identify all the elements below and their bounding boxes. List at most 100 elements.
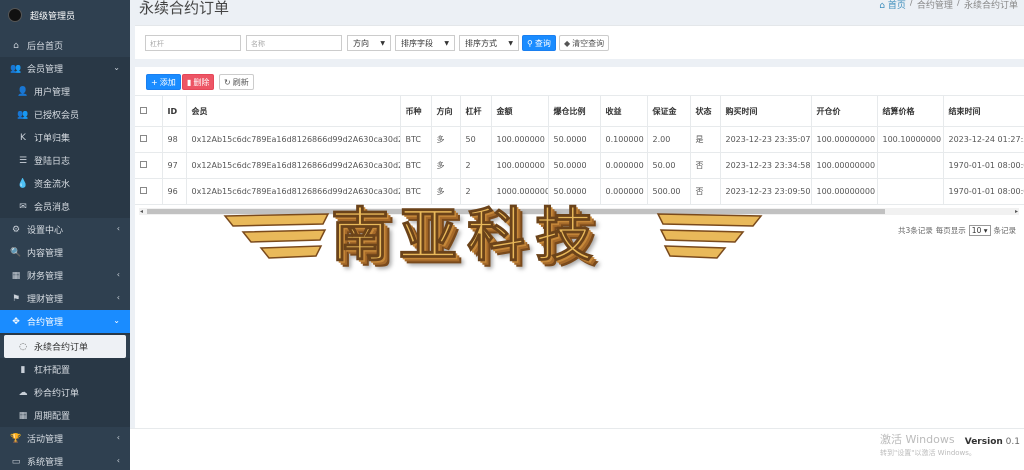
chevron-left-icon: ‹ <box>116 433 120 442</box>
sidebar-item-member-mgmt[interactable]: 👥 会员管理 ⌄ <box>0 57 130 80</box>
table-cell: 96 <box>162 178 187 205</box>
sidebar-item-period-config[interactable]: ▦ 周期配置 <box>0 404 130 427</box>
row-checkbox[interactable] <box>140 135 147 142</box>
column-header[interactable]: ID <box>162 95 187 127</box>
table-cell: 2023-12-24 01:27:3 <box>943 126 1024 153</box>
sidebar-item-activity-mgmt[interactable]: 🏆 活动管理 ‹ <box>0 427 130 450</box>
sidebar-item-authorized-members[interactable]: 👥 已授权会员 <box>0 103 130 126</box>
user-icon: 👤 <box>17 86 29 97</box>
clear-search-button[interactable]: ◆ 清空查询 <box>559 35 610 51</box>
column-header[interactable]: 收益 <box>600 95 648 127</box>
breadcrumb-home[interactable]: ⌂ 首页 <box>879 0 906 11</box>
flag-icon: ⚑ <box>11 293 21 304</box>
table-row[interactable]: 98 0x12Ab15c6dc789Ea16d8126866d99d2A630c… <box>135 126 1024 153</box>
sidebar-item-user-mgmt[interactable]: 👤 用户管理 <box>0 80 130 103</box>
column-header[interactable]: 结算价格 <box>877 95 944 127</box>
column-header[interactable]: 金额 <box>491 95 549 127</box>
sidebar-item-finance-mgmt[interactable]: ▦ 财务管理 ‹ <box>0 264 130 287</box>
sidebar-item-settings[interactable]: ⚙ 设置中心 ‹ <box>0 218 130 241</box>
table-cell: 1970-01-01 08:00:0 <box>943 178 1024 205</box>
table-cell: 97 <box>162 152 187 179</box>
column-header[interactable]: 保证金 <box>647 95 691 127</box>
sidebar-item-content-mgmt[interactable]: 🔍 内容管理 <box>0 241 130 264</box>
column-header[interactable]: 结束时间 <box>943 95 1024 127</box>
chevron-left-icon: ‹ <box>116 270 120 279</box>
table-cell: 100.00000000 <box>811 152 878 179</box>
table-row[interactable]: 97 0x12Ab15c6dc789Ea16d8126866d99d2A630c… <box>135 152 1024 179</box>
laptop-icon: ▭ <box>11 456 21 467</box>
arrows-icon: ✥ <box>12 316 20 327</box>
table-cell: 是 <box>690 126 721 153</box>
windows-activation-watermark: 激活 Windows 转到"设置"以激活 Windows。 <box>880 433 976 457</box>
select-all-checkbox[interactable] <box>140 106 147 114</box>
column-header[interactable]: 杠杆 <box>460 95 492 127</box>
search-icon: ⚲ <box>527 38 533 48</box>
sidebar-item-label: 内容管理 <box>27 249 64 259</box>
sidebar-item-label: 会员管理 <box>27 65 64 75</box>
sidebar-item-label: 杠杆配置 <box>34 366 71 376</box>
sidebar-item-label: 订单归集 <box>34 134 71 144</box>
column-header[interactable]: 会员 <box>186 95 401 127</box>
logo-overlay: 南亚科技 <box>213 186 773 270</box>
row-checkbox[interactable] <box>140 187 147 194</box>
table-cell: 2023-12-23 23:35:07 <box>720 126 812 153</box>
refresh-button[interactable]: ↻ 刷新 <box>219 74 254 90</box>
chevron-left-icon: ‹ <box>116 456 120 465</box>
breadcrumb-contract[interactable]: 合约管理 <box>917 0 953 11</box>
direction-select[interactable]: 方向 ▼ <box>347 35 391 51</box>
row-checkbox-cell[interactable] <box>135 126 163 153</box>
row-checkbox-cell[interactable] <box>135 178 163 205</box>
table-cell <box>877 178 944 205</box>
sidebar-item-perpetual-orders[interactable]: ◌ 永续合约订单 <box>4 335 126 358</box>
table-cell: 98 <box>162 126 187 153</box>
column-header[interactable]: 购买时间 <box>720 95 812 127</box>
column-header[interactable]: 开仓价 <box>811 95 878 127</box>
sidebar-item-label: 理财管理 <box>27 295 64 305</box>
add-button[interactable]: + 添加 <box>146 74 181 90</box>
sidebar-item-label: 登陆日志 <box>34 157 71 167</box>
column-header[interactable]: 方向 <box>431 95 461 127</box>
table-cell: 50.0000 <box>548 152 601 179</box>
calendar-icon: ▦ <box>18 410 28 421</box>
table-cell: 100.00000000 <box>811 126 878 153</box>
table-cell <box>877 152 944 179</box>
row-checkbox[interactable] <box>140 161 147 168</box>
table-cell: 多 <box>431 126 461 153</box>
sidebar-item-dashboard[interactable]: ⌂ 后台首页 <box>0 34 130 57</box>
pagination: 共3条记录 每页显示 10 ▾ 条记录 <box>898 225 1016 236</box>
sidebar-item-contract-mgmt[interactable]: ✥ 合约管理 ⌄ <box>0 310 130 333</box>
table-cell: 否 <box>690 152 721 179</box>
sidebar-item-login-log[interactable]: ☰ 登陆日志 <box>0 149 130 172</box>
sidebar-item-label: 系统管理 <box>27 458 64 468</box>
table-cell: 0.000000 <box>600 152 648 179</box>
leverage-input[interactable]: 杠杆 <box>145 35 241 51</box>
table-cell: 2023-12-23 23:34:58 <box>720 152 812 179</box>
sidebar-item-order-collection[interactable]: K 订单归集 <box>0 126 130 149</box>
sidebar-item-fund-flow[interactable]: 💧 资金流水 <box>0 172 130 195</box>
table-cell: 100.000000 <box>491 152 549 179</box>
per-page-select[interactable]: 10 ▾ <box>968 225 991 236</box>
money-icon: ▦ <box>11 270 21 281</box>
sidebar-item-leverage-config[interactable]: ▮ 杠杆配置 <box>0 358 130 381</box>
home-icon: ⌂ <box>13 40 19 51</box>
select-all-checkbox-cell[interactable] <box>135 95 163 127</box>
scroll-left-icon[interactable]: ◂ <box>140 208 143 215</box>
sidebar-item-second-contract-orders[interactable]: ☁ 秒合约订单 <box>0 381 130 404</box>
page-title: 永续合约订单 <box>139 0 230 17</box>
column-header[interactable]: 状态 <box>690 95 721 127</box>
sort-field-select[interactable]: 排序字段 ▼ <box>395 35 455 51</box>
row-checkbox-cell[interactable] <box>135 152 163 179</box>
search-button[interactable]: ⚲ 查询 <box>522 35 556 51</box>
sidebar-item-member-messages[interactable]: ✉ 会员消息 <box>0 195 130 218</box>
user-panel[interactable]: 超级管理员 <box>0 0 130 30</box>
caret-down-icon: ▼ <box>380 39 385 47</box>
sidebar-item-wealth-mgmt[interactable]: ⚑ 理财管理 ‹ <box>0 287 130 310</box>
sidebar-item-system-mgmt[interactable]: ▭ 系统管理 ‹ <box>0 450 130 470</box>
scroll-right-icon[interactable]: ▸ <box>1015 208 1018 215</box>
name-input[interactable]: 名称 <box>246 35 342 51</box>
sidebar-item-label: 周期配置 <box>34 412 71 422</box>
sort-mode-select[interactable]: 排序方式 ▼ <box>459 35 519 51</box>
column-header[interactable]: 爆仓比例 <box>548 95 601 127</box>
column-header[interactable]: 币种 <box>400 95 432 127</box>
delete-button[interactable]: ▮ 删除 <box>182 74 215 90</box>
